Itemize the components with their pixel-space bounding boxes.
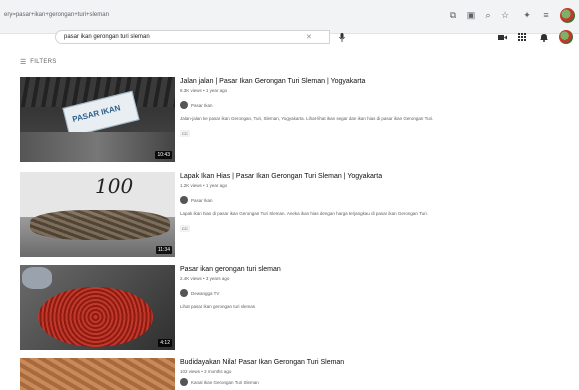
channel-row[interactable]: Pasar Ikan bbox=[180, 101, 510, 109]
filters-button[interactable]: ☰ FILTERS bbox=[20, 57, 57, 67]
video-title[interactable]: Budidayakan Nila! Pasar Ikan Gerongan Tu… bbox=[180, 358, 510, 367]
video-duration: 4:12 bbox=[158, 339, 172, 347]
filters-label: FILTERS bbox=[30, 59, 57, 65]
thumbnail-hand bbox=[22, 267, 52, 289]
browser-profile-avatar[interactable] bbox=[560, 8, 575, 23]
video-description: Lihat pasar ikan gerongan turi sleman bbox=[180, 304, 256, 309]
url-text[interactable]: ery=pasar+ikan+gerongan+turi+sleman bbox=[4, 12, 109, 18]
video-result[interactable]: 100 11:34 Lapak Ikan Hias | Pasar Ikan G… bbox=[20, 172, 560, 262]
video-duration: 10:43 bbox=[155, 151, 172, 159]
cc-badge: CC bbox=[180, 225, 190, 232]
channel-avatar[interactable] bbox=[180, 196, 188, 204]
zoom-icon[interactable]: ⌕ bbox=[482, 9, 494, 21]
video-meta: 8.3K views • 1 year ago bbox=[180, 88, 228, 93]
channel-name[interactable]: Dewangga TV bbox=[191, 291, 219, 296]
clear-icon[interactable]: ✕ bbox=[306, 33, 312, 41]
search-input[interactable]: pasar ikan gerongan turi sleman bbox=[55, 30, 330, 44]
video-title[interactable]: Lapak Ikan Hias | Pasar Ikan Gerongan Tu… bbox=[180, 172, 510, 181]
cc-badge: CC bbox=[180, 130, 190, 137]
puzzle-icon[interactable]: ✦ bbox=[521, 9, 533, 21]
video-thumbnail[interactable] bbox=[20, 358, 175, 390]
channel-avatar[interactable] bbox=[180, 289, 188, 297]
notifications-bell-icon[interactable] bbox=[539, 32, 549, 42]
video-duration: 11:34 bbox=[155, 246, 172, 254]
thumbnail-tub bbox=[38, 287, 153, 347]
video-title[interactable]: Jalan jalan | Pasar Ikan Gerongan Turi S… bbox=[180, 77, 510, 86]
video-thumbnail[interactable]: 4:12 bbox=[20, 265, 175, 350]
account-avatar[interactable] bbox=[559, 30, 573, 44]
menu-icon[interactable]: ≡ bbox=[540, 9, 552, 21]
channel-avatar[interactable] bbox=[180, 378, 188, 386]
video-meta: 2.4K views • 3 years ago bbox=[180, 276, 230, 281]
video-info: Pasar ikan gerongan turi sleman 2.4K vie… bbox=[180, 265, 510, 310]
star-icon[interactable]: ☆ bbox=[499, 9, 511, 21]
thumbnail-fish bbox=[30, 210, 170, 240]
microphone-icon[interactable] bbox=[338, 32, 346, 42]
video-info: Jalan jalan | Pasar Ikan Gerongan Turi S… bbox=[180, 77, 510, 140]
apps-grid-icon[interactable] bbox=[517, 32, 527, 42]
video-result[interactable]: Budidayakan Nila! Pasar Ikan Gerongan Tu… bbox=[20, 358, 560, 390]
video-info: Budidayakan Nila! Pasar Ikan Gerongan Tu… bbox=[180, 358, 510, 386]
video-result[interactable]: 4:12 Pasar ikan gerongan turi sleman 2.4… bbox=[20, 265, 560, 353]
extension-icon[interactable]: ▣ bbox=[465, 9, 477, 21]
thumbnail-sign-text: PASAR IKAN bbox=[71, 103, 122, 124]
video-meta: 102 views • 2 months ago bbox=[180, 369, 232, 374]
thumbnail-text: 100 bbox=[95, 174, 134, 198]
channel-avatar[interactable] bbox=[180, 101, 188, 109]
channel-name[interactable]: Pasar Ikan bbox=[191, 198, 213, 203]
channel-row[interactable]: Pasar Ikan bbox=[180, 196, 510, 204]
video-description: Lapak ikan hias di pasar ikan Gerongan T… bbox=[180, 211, 428, 216]
filter-icon: ☰ bbox=[20, 58, 27, 66]
translate-icon[interactable]: ⧉ bbox=[447, 9, 459, 21]
video-description: Jalan-jalan ke pasar ikan Gerongan, Turi… bbox=[180, 116, 434, 121]
video-title[interactable]: Pasar ikan gerongan turi sleman bbox=[180, 265, 510, 274]
video-result[interactable]: PASAR IKAN 10:43 Jalan jalan | Pasar Ika… bbox=[20, 77, 560, 167]
youtube-header: pasar ikan gerongan turi sleman ✕ bbox=[0, 26, 579, 46]
channel-name[interactable]: Kanal Ikan Gerongan Turi Sleman bbox=[191, 380, 259, 385]
channel-row[interactable]: Kanal Ikan Gerongan Turi Sleman bbox=[180, 378, 510, 386]
search-input-value[interactable]: pasar ikan gerongan turi sleman bbox=[64, 34, 150, 40]
video-meta: 1.2K views • 1 year ago bbox=[180, 183, 228, 188]
video-info: Lapak Ikan Hias | Pasar Ikan Gerongan Tu… bbox=[180, 172, 510, 235]
channel-row[interactable]: Dewangga TV bbox=[180, 289, 510, 297]
channel-name[interactable]: Pasar Ikan bbox=[191, 103, 213, 108]
thumbnail-stall bbox=[20, 132, 175, 162]
video-thumbnail[interactable]: 100 11:34 bbox=[20, 172, 175, 257]
video-thumbnail[interactable]: PASAR IKAN 10:43 bbox=[20, 77, 175, 162]
create-video-icon[interactable] bbox=[497, 32, 507, 42]
